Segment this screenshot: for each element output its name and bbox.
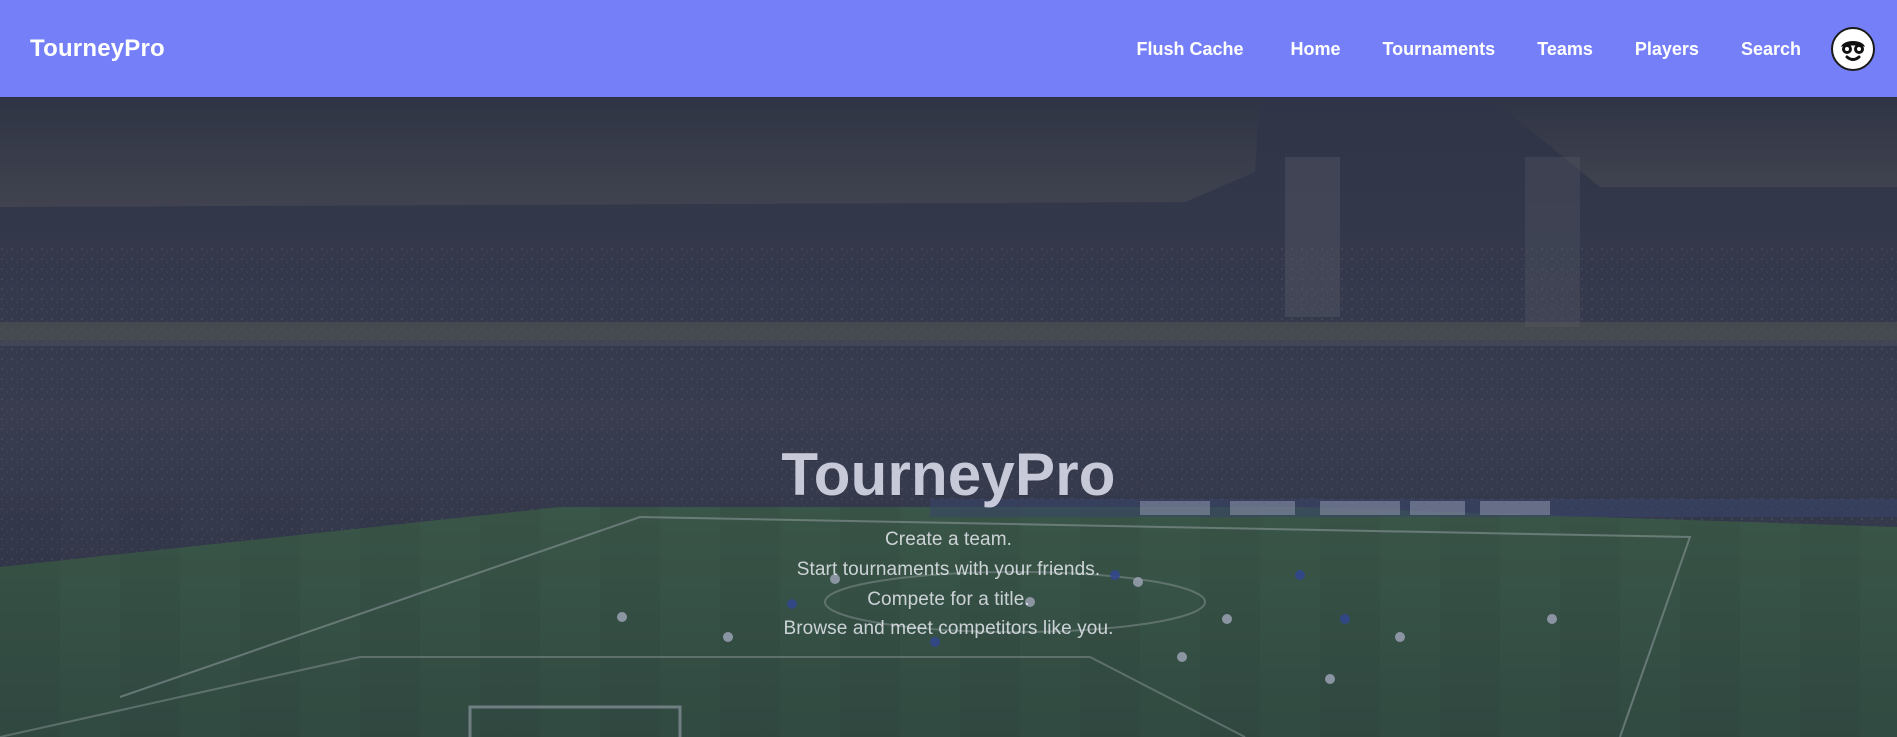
- hero-tagline-list: Create a team. Start tournaments with yo…: [783, 529, 1113, 641]
- nav-players[interactable]: Players: [1635, 30, 1699, 68]
- hero-tagline-line: Compete for a title.: [867, 588, 1030, 610]
- avatar-icon: [1834, 29, 1872, 68]
- hero-section: TourneyPro Create a team. Start tourname…: [0, 97, 1897, 737]
- hero-tagline-line: Create a team.: [884, 529, 1013, 550]
- nav-home[interactable]: Home: [1290, 30, 1340, 68]
- top-navbar: TourneyPro Flush Cache Home Tournaments …: [0, 0, 1897, 97]
- hero-title: TourneyPro: [781, 441, 1116, 508]
- hero-tagline-line: Browse and meet competitors like you.: [783, 618, 1114, 640]
- nav-search[interactable]: Search: [1741, 30, 1801, 68]
- main-nav: Flush Cache Home Tournaments Teams Playe…: [1136, 26, 1875, 71]
- brand-logo-text[interactable]: TourneyPro: [30, 35, 165, 63]
- hero-tagline-line: Start tournaments with your friends.: [796, 558, 1101, 580]
- nav-teams[interactable]: Teams: [1537, 30, 1593, 68]
- nav-tournaments[interactable]: Tournaments: [1383, 30, 1496, 68]
- hero-copy: TourneyPro Create a team. Start tourname…: [0, 97, 1897, 737]
- user-avatar[interactable]: [1831, 26, 1875, 71]
- nav-flush-cache[interactable]: Flush Cache: [1136, 30, 1243, 68]
